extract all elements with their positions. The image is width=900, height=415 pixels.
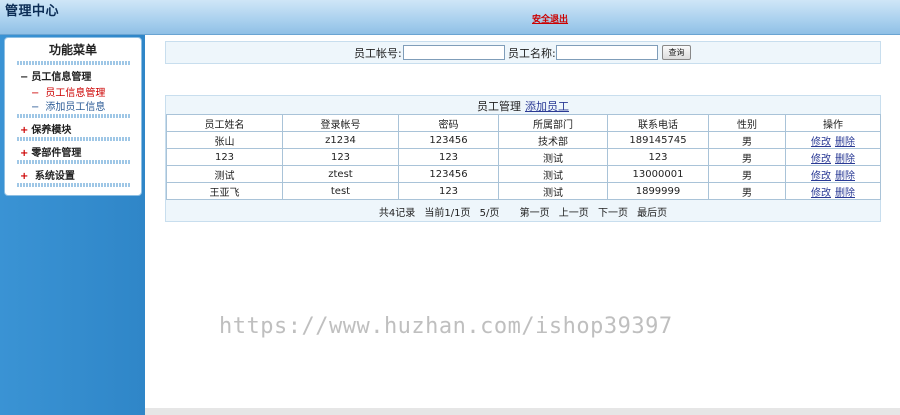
menu-group-label: 员工信息管理: [31, 72, 92, 83]
dash-icon: −: [31, 102, 40, 113]
footer-strip: [145, 408, 900, 415]
edit-link[interactable]: 修改: [811, 188, 831, 199]
column-header: 所属部门: [498, 114, 608, 132]
expand-icon: +: [20, 125, 29, 136]
edit-link[interactable]: 修改: [811, 154, 831, 165]
last-page-link[interactable]: 最后页: [637, 208, 667, 219]
cell-department: 测试: [498, 182, 608, 200]
grid-title: 员工管理: [477, 100, 521, 113]
cell-department: 技术部: [498, 131, 608, 149]
menu-group-label: 系统设置: [31, 171, 75, 182]
next-page-link[interactable]: 下一页: [598, 208, 628, 219]
logout-link[interactable]: 安全退出: [532, 12, 568, 25]
cell-name: 王亚飞: [166, 182, 283, 200]
cell-phone: 189145745: [607, 131, 709, 149]
menu-item-add-employee[interactable]: − 添加员工信息: [31, 98, 105, 113]
table-row: 123 123 123 测试 123 男 修改 删除: [166, 148, 881, 166]
menu-item-employee-manage[interactable]: − 员工信息管理: [31, 84, 105, 99]
table-header-row: 员工姓名 登录帐号 密码 所属部门 联系电话 性别 操作: [166, 114, 881, 132]
cell-gender: 男: [708, 182, 786, 200]
pagination: 共4记录 当前1/1页 5/页 第一页 上一页 下一页 最后页: [166, 204, 880, 219]
menu-divider: [17, 183, 130, 187]
menu-item-label: 添加员工信息: [45, 102, 106, 113]
menu-title: 功能菜单: [48, 43, 97, 57]
menu-divider: [17, 61, 130, 65]
page-size: 5/页: [479, 208, 500, 219]
account-input[interactable]: [403, 45, 505, 60]
table-row: 张山 z1234 123456 技术部 189145745 男 修改 删除: [166, 131, 881, 149]
expand-icon: +: [20, 148, 29, 159]
menu-group-label: 保养模块: [31, 125, 72, 136]
cell-account: z1234: [282, 131, 399, 149]
cell-phone: 123: [607, 148, 709, 166]
menu-divider: [17, 137, 130, 141]
cell-name: 123: [166, 148, 283, 166]
cell-password: 123: [398, 182, 499, 200]
first-page-link[interactable]: 第一页: [520, 208, 550, 219]
employee-table: 员工姓名 登录帐号 密码 所属部门 联系电话 性别 操作 张山 z1234 12…: [166, 114, 881, 200]
cell-phone: 1899999: [607, 182, 709, 200]
menu-divider: [17, 160, 130, 164]
delete-link[interactable]: 删除: [835, 188, 855, 199]
name-label: 员工名称:: [508, 47, 556, 60]
table-row: 王亚飞 test 123 测试 1899999 男 修改 删除: [166, 182, 881, 200]
cell-account: test: [282, 182, 399, 200]
cell-department: 测试: [498, 165, 608, 183]
column-header: 员工姓名: [166, 114, 283, 132]
grid-caption: 员工管理 添加员工: [166, 98, 880, 114]
search-bar: 员工帐号: 员工名称: 查询: [165, 41, 881, 64]
collapse-icon: −: [20, 72, 29, 83]
cell-password: 123456: [398, 131, 499, 149]
prev-page-link[interactable]: 上一页: [559, 208, 589, 219]
top-header: 管理中心 安全退出: [0, 0, 900, 35]
left-sidebar: 功能菜单 − 员工信息管理 − 员工信息管理 − 添加员工信息 + 保养模块 + 零部件管…: [0, 35, 145, 415]
employee-grid: 员工管理 添加员工 员工姓名 登录帐号 密码 所属部门 联系电话 性别 操作 张山…: [165, 95, 881, 222]
cell-account: 123: [282, 148, 399, 166]
cell-department: 测试: [498, 148, 608, 166]
cell-name: 张山: [166, 131, 283, 149]
cell-phone: 13000001: [607, 165, 709, 183]
delete-link[interactable]: 删除: [835, 171, 855, 182]
edit-link[interactable]: 修改: [811, 171, 831, 182]
cell-actions: 修改 删除: [785, 165, 881, 183]
delete-link[interactable]: 删除: [835, 154, 855, 165]
menu-group-settings[interactable]: + 系统设置: [20, 167, 75, 182]
expand-icon: +: [20, 171, 29, 182]
column-header: 操作: [785, 114, 881, 132]
delete-link[interactable]: 删除: [835, 137, 855, 148]
column-header: 性别: [708, 114, 786, 132]
query-button[interactable]: 查询: [662, 45, 691, 60]
column-header: 密码: [398, 114, 499, 132]
cell-gender: 男: [708, 165, 786, 183]
cell-gender: 男: [708, 131, 786, 149]
menu-divider: [17, 114, 130, 118]
app-title: 管理中心: [5, 4, 60, 19]
name-input[interactable]: [556, 45, 658, 60]
menu-group-label: 零部件管理: [31, 148, 82, 159]
current-page: 当前1/1页: [424, 208, 471, 219]
column-header: 登录帐号: [282, 114, 399, 132]
menu-group-parts[interactable]: + 零部件管理: [20, 144, 81, 159]
cell-actions: 修改 删除: [785, 148, 881, 166]
menu-group-maintenance[interactable]: + 保养模块: [20, 121, 71, 136]
function-menu: 功能菜单 − 员工信息管理 − 员工信息管理 − 添加员工信息 + 保养模块 + 零部件管…: [4, 37, 142, 196]
table-row: 测试 ztest 123456 测试 13000001 男 修改 删除: [166, 165, 881, 183]
cell-gender: 男: [708, 148, 786, 166]
cell-account: ztest: [282, 165, 399, 183]
edit-link[interactable]: 修改: [811, 137, 831, 148]
record-count: 共4记录: [378, 208, 416, 219]
add-employee-link[interactable]: 添加员工: [525, 100, 569, 113]
cell-actions: 修改 删除: [785, 131, 881, 149]
cell-name: 测试: [166, 165, 283, 183]
menu-group-employee[interactable]: − 员工信息管理: [20, 68, 91, 83]
cell-actions: 修改 删除: [785, 182, 881, 200]
cell-password: 123: [398, 148, 499, 166]
cell-password: 123456: [398, 165, 499, 183]
column-header: 联系电话: [607, 114, 709, 132]
watermark: https://www.huzhan.com/ishop39397: [219, 314, 673, 339]
account-label: 员工帐号:: [354, 47, 402, 60]
